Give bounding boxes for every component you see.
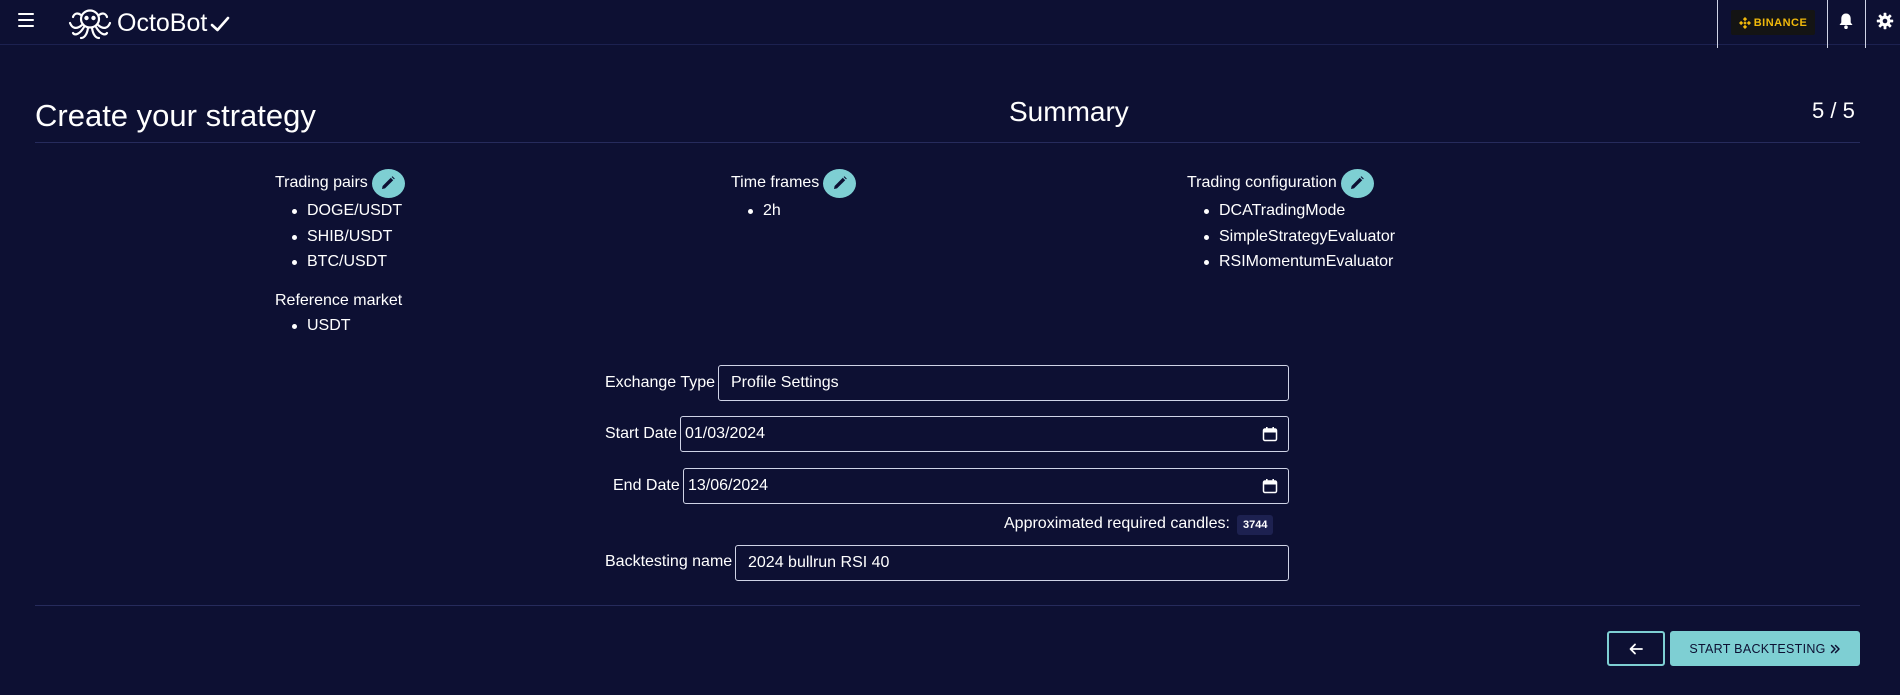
trading-pairs-label: Trading pairs bbox=[275, 174, 368, 191]
gear-icon[interactable] bbox=[1876, 12, 1894, 30]
list-item: RSIMomentumEvaluator bbox=[1187, 249, 1395, 275]
calendar-icon[interactable] bbox=[1262, 478, 1278, 494]
step-counter: 5 / 5 bbox=[1812, 98, 1855, 123]
exchange-label: BINANCE bbox=[1753, 16, 1808, 29]
exchange-type-select[interactable]: Profile Settings bbox=[718, 365, 1289, 401]
end-date-label: End Date bbox=[613, 477, 680, 494]
list-item: SHIB/USDT bbox=[275, 224, 405, 250]
list-item: USDT bbox=[275, 313, 405, 339]
reference-market-label: Reference market bbox=[275, 291, 403, 309]
bell-icon[interactable] bbox=[1837, 12, 1855, 30]
trading-configuration-list: DCATradingMode SimpleStrategyEvaluator R… bbox=[1187, 198, 1395, 275]
top-navbar: OctoBot BINANCE bbox=[0, 0, 1900, 48]
start-backtesting-label: START BACKTESTING bbox=[1689, 641, 1826, 656]
octopus-logo-icon[interactable] bbox=[68, 6, 112, 40]
list-item: DOGE/USDT bbox=[275, 198, 405, 224]
navbar-divider bbox=[1865, 0, 1866, 48]
page-title: Create your strategy bbox=[35, 98, 316, 133]
edit-time-frames-button[interactable] bbox=[823, 168, 857, 198]
trading-pairs-section: Trading pairs DOGE/USDT SHIB/USDT BTC/US… bbox=[275, 168, 405, 338]
reference-market-list: USDT bbox=[275, 313, 405, 339]
edit-trading-configuration-button[interactable] bbox=[1340, 168, 1374, 198]
arrow-left-icon bbox=[1629, 643, 1643, 654]
double-chevron-right-icon bbox=[1830, 644, 1840, 653]
required-candles-badge: 3744 bbox=[1237, 515, 1274, 535]
start-date-value: 01/03/2024 bbox=[685, 425, 766, 442]
trading-configuration-label: Trading configuration bbox=[1187, 174, 1337, 191]
navbar-divider bbox=[1827, 0, 1828, 48]
back-button[interactable] bbox=[1607, 631, 1665, 666]
start-date-input[interactable]: 01/03/2024 bbox=[680, 416, 1289, 452]
navbar-divider bbox=[1717, 0, 1718, 48]
backtesting-name-value: 2024 bullrun RSI 40 bbox=[748, 554, 890, 571]
exchange-badge[interactable]: BINANCE bbox=[1731, 10, 1815, 35]
list-item: SimpleStrategyEvaluator bbox=[1187, 224, 1395, 250]
exchange-type-label: Exchange Type bbox=[605, 374, 716, 391]
pencil-icon bbox=[833, 176, 847, 189]
calendar-icon[interactable] bbox=[1262, 426, 1278, 442]
brand-name[interactable]: OctoBot bbox=[117, 9, 230, 38]
backtesting-name-input[interactable]: 2024 bullrun RSI 40 bbox=[735, 545, 1289, 581]
list-item: 2h bbox=[731, 198, 856, 224]
list-item: DCATradingMode bbox=[1187, 198, 1395, 224]
time-frames-section: Time frames 2h bbox=[731, 168, 857, 224]
end-date-value: 13/06/2024 bbox=[688, 477, 769, 494]
trading-pairs-list: DOGE/USDT SHIB/USDT BTC/USDT bbox=[275, 198, 405, 275]
footer-divider bbox=[35, 605, 1860, 606]
end-date-input[interactable]: 13/06/2024 bbox=[683, 468, 1289, 504]
step-title: Summary bbox=[1009, 96, 1129, 127]
exchange-type-value: Profile Settings bbox=[731, 374, 839, 391]
required-candles-label: Approximated required candles: bbox=[1004, 515, 1230, 532]
header-divider bbox=[35, 142, 1860, 143]
brand-label: OctoBot bbox=[117, 9, 208, 37]
trading-configuration-section: Trading configuration DCATradingMode Sim… bbox=[1187, 168, 1395, 275]
binance-logo-icon bbox=[1738, 16, 1751, 29]
hamburger-icon[interactable] bbox=[18, 13, 34, 27]
time-frames-list: 2h bbox=[731, 198, 856, 224]
list-item: BTC/USDT bbox=[275, 249, 405, 275]
check-icon bbox=[211, 16, 230, 31]
time-frames-label: Time frames bbox=[731, 174, 820, 191]
pencil-icon bbox=[1351, 176, 1365, 189]
pencil-icon bbox=[382, 176, 396, 189]
start-date-label: Start Date bbox=[605, 425, 678, 442]
edit-trading-pairs-button[interactable] bbox=[371, 168, 405, 198]
backtesting-name-label: Backtesting name bbox=[605, 553, 733, 570]
start-backtesting-button[interactable]: START BACKTESTING bbox=[1670, 631, 1860, 666]
